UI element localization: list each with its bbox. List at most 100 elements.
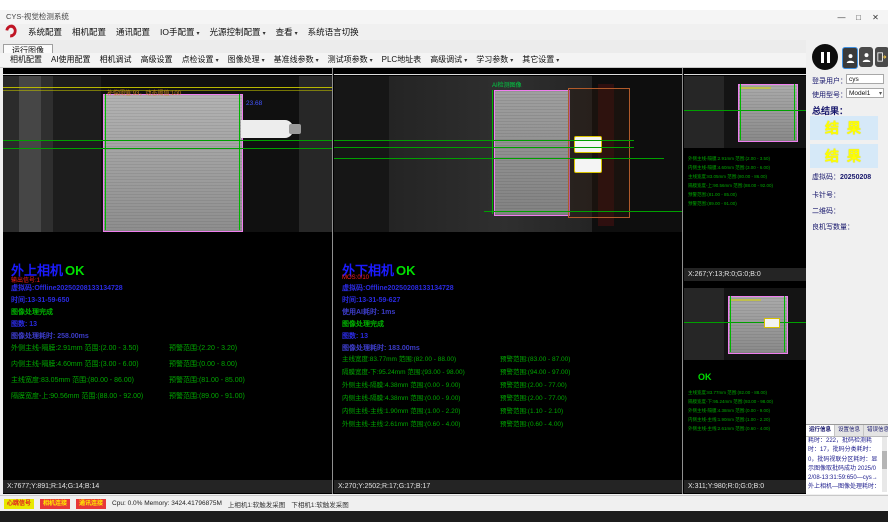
tool-advanced-settings[interactable]: 高级设置 bbox=[141, 53, 173, 67]
heartbeat-badge: 心跳信号 bbox=[4, 499, 34, 509]
measure-line-overlay bbox=[684, 110, 806, 111]
tool-baseline-params[interactable]: 基准线参数▾ bbox=[274, 53, 319, 67]
menu-item-light-config[interactable]: 光源控制配置▾ bbox=[210, 24, 266, 40]
tool-camera-config[interactable]: 相机配置 bbox=[10, 53, 42, 67]
tool-test-params[interactable]: 测试项参数▾ bbox=[328, 53, 373, 67]
warning-range-text: 预警范围:(2.00 - 77.00) bbox=[500, 392, 567, 402]
camera-connect-badge: 相机连接 bbox=[40, 499, 70, 509]
info-panel: 运行信息 设置信息 错误信息 耗时：222，批码检测耗时：17，批码分类耗时：0… bbox=[806, 424, 888, 494]
warning-range-text: 预警范围:(1.10 - 2.10) bbox=[500, 405, 563, 415]
menu-bar: 系统配置 相机配置 通讯配置 IO手配置▾ 光源控制配置▾ 查看▾ 系统语言切换 bbox=[0, 24, 888, 40]
product-region-overlay bbox=[103, 94, 243, 232]
menu-item-language-switch[interactable]: 系统语言切换 bbox=[308, 24, 359, 40]
app-logo-icon bbox=[3, 22, 19, 40]
camera-image-outer-top[interactable]: 补偿阈值:93，动态阈值:100 23.68 bbox=[3, 76, 332, 232]
tool-other-settings[interactable]: 其它设置▾ bbox=[522, 53, 559, 67]
measurement-row: 主线宽度:83.05mm 范围:(80.00 - 86.00)预警范围:(81.… bbox=[11, 375, 330, 385]
menu-item-io-config[interactable]: IO手配置▾ bbox=[160, 24, 200, 40]
virtual-code-value: 20250208 bbox=[840, 174, 871, 181]
user-button[interactable] bbox=[859, 47, 873, 67]
tool-camera-debug[interactable]: 相机调试 bbox=[100, 53, 132, 67]
log-scrollbar[interactable] bbox=[882, 437, 887, 492]
minimize-button[interactable]: — bbox=[833, 10, 850, 24]
measurement-row: 外侧主线-主线:2.61mm 范围:(0.60 - 4.00)预警范围:(0.6… bbox=[342, 418, 680, 428]
menu-item-system-config[interactable]: 系统配置 bbox=[28, 24, 62, 40]
measurement-row: 内侧主线-隔膜:4.60mm 范围:(3.00 - 6.00)预警范围:(0.0… bbox=[11, 359, 330, 369]
thumbnail-column: 外侧主线-隔膜:2.91mm 范围:(2.00 - 3.50) 内侧主线-隔膜:… bbox=[684, 68, 806, 494]
camera-trigger-status-top: 上相机1:软触发采图 bbox=[228, 499, 285, 509]
qr-label: 二维码： bbox=[812, 206, 840, 216]
coords-readout: X:311;Y:980;R:0;G:0;B:0 bbox=[684, 480, 806, 493]
connector-part bbox=[764, 318, 780, 328]
exit-button[interactable] bbox=[875, 47, 888, 67]
result-box-1: 结 果 bbox=[810, 116, 878, 140]
toolbar: 相机配置 AI使用配置 相机调试 高级设置 点检设置▾ 图像处理▾ 基准线参数▾… bbox=[0, 53, 806, 68]
measure-line-overlay bbox=[484, 211, 682, 212]
ai-image-label: AI检测图像 bbox=[492, 80, 522, 89]
switch-user-button[interactable] bbox=[842, 47, 858, 69]
camera-thumbnail-top[interactable] bbox=[684, 76, 806, 148]
info-tab-settings[interactable]: 设置信息 bbox=[835, 425, 864, 436]
pause-icon bbox=[821, 52, 824, 63]
login-user-field[interactable]: cys bbox=[846, 74, 884, 84]
menu-item-camera-config[interactable]: 相机配置 bbox=[72, 24, 106, 40]
user-switch-icon bbox=[846, 53, 855, 64]
measure-line-overlay bbox=[105, 94, 106, 230]
roi-rect-overlay bbox=[568, 88, 630, 218]
cpu-memory-text: Cpu: 0.0% Memory: 3424.41796875M bbox=[112, 500, 222, 507]
warning-range-text: 预警范围:(2.20 - 3.20) bbox=[169, 343, 237, 353]
tool-spot-check[interactable]: 点检设置▾ bbox=[182, 53, 219, 67]
measurement-row: 隔膜宽度-下:95.24mm 范围:(93.00 - 98.00)预警范围:(9… bbox=[342, 366, 680, 376]
tool-ai-config[interactable]: AI使用配置 bbox=[51, 53, 91, 67]
desktop-strip bbox=[0, 0, 888, 10]
product-region-overlay bbox=[494, 90, 570, 216]
measurement-row: 内侧主线-隔膜:4.38mm 范围:(0.00 - 9.00)预警范围:(2.0… bbox=[342, 392, 680, 402]
result-box-2: 结 果 bbox=[810, 144, 878, 168]
measurement-row: 内侧主线-主线:1.90mm 范围:(1.00 - 2.20)预警范围:(1.1… bbox=[342, 405, 680, 415]
pause-button[interactable] bbox=[812, 44, 838, 70]
close-button[interactable]: ✕ bbox=[867, 10, 884, 24]
warning-range-text: 预警范围:(89.00 - 91.00) bbox=[169, 391, 245, 401]
model-select[interactable]: Model1 ▾ bbox=[846, 88, 884, 98]
machine-band bbox=[684, 76, 724, 148]
titlebar: CYS-视觉检测系统 — □ ✕ bbox=[0, 10, 888, 25]
measure-line-overlay bbox=[3, 140, 332, 141]
virtual-code-row: 虚拟码：20250208 bbox=[812, 172, 871, 182]
warning-range-text: 预警范围:(2.00 - 77.00) bbox=[500, 379, 567, 389]
app-window: CYS-视觉检测系统 — □ ✕ 系统配置 相机配置 通讯配置 IO手配置▾ 光… bbox=[0, 0, 888, 522]
measure-value-text: 23.68 bbox=[246, 100, 262, 107]
camera-thumbnail-bottom[interactable] bbox=[684, 288, 806, 360]
pause-icon bbox=[827, 52, 830, 63]
camera-panel-outer-top: 补偿阈值:93，动态阈值:100 23.68 外上相机OK 输出信号:1 虚拟码… bbox=[3, 68, 333, 494]
warning-range-text: 预警范围:(0.00 - 8.00) bbox=[169, 359, 237, 369]
tool-advanced-debug[interactable]: 高级调试▾ bbox=[430, 53, 467, 67]
time-text: 时间:13-31-59-627 bbox=[342, 295, 400, 305]
tool-image-processing[interactable]: 图像处理▾ bbox=[228, 53, 265, 67]
camera-image-outer-bottom[interactable]: AI检测图像 bbox=[334, 76, 682, 232]
measure-line-overlay bbox=[334, 158, 664, 159]
measure-line-overlay bbox=[784, 296, 785, 352]
tool-learning-params[interactable]: 学习参数▾ bbox=[476, 53, 513, 67]
maximize-button[interactable]: □ bbox=[850, 10, 867, 24]
frame-count-text: 图数: 13 bbox=[342, 331, 368, 341]
tool-plc-table[interactable]: PLC地址表 bbox=[382, 53, 422, 67]
login-user-label: 登录用户： bbox=[812, 76, 847, 86]
chevron-down-icon: ▾ bbox=[262, 58, 265, 64]
virtual-code-text: 虚拟码:Offline20250208133134728 bbox=[11, 283, 123, 293]
menu-item-view[interactable]: 查看▾ bbox=[276, 24, 298, 40]
info-tab-run[interactable]: 运行信息 bbox=[806, 425, 835, 436]
count-label: 良机写数量： bbox=[812, 222, 854, 232]
ok-status: OK bbox=[698, 372, 712, 382]
measure-line-overlay bbox=[334, 147, 634, 148]
warning-range-text: 预警范围:(0.60 - 4.00) bbox=[500, 418, 563, 428]
coords-readout: X:7677;Y:891;R:14;G:14;B:14 bbox=[3, 480, 332, 493]
panel-divider bbox=[684, 74, 806, 75]
menu-item-comm-config[interactable]: 通讯配置 bbox=[116, 24, 150, 40]
measurement-row: 外侧主线-隔膜:2.91mm 范围:(2.00 - 3.50)预警范围:(2.2… bbox=[11, 343, 330, 353]
frame-count-text: 图数: 13 bbox=[11, 319, 37, 329]
machine-band bbox=[299, 76, 332, 232]
info-tab-errors[interactable]: 错误信息 bbox=[864, 425, 888, 436]
chevron-down-icon: ▾ bbox=[316, 58, 319, 64]
log-scrollbar-thumb[interactable] bbox=[882, 451, 887, 469]
warning-range-text: 预警范围:(83.00 - 87.00) bbox=[500, 353, 570, 363]
